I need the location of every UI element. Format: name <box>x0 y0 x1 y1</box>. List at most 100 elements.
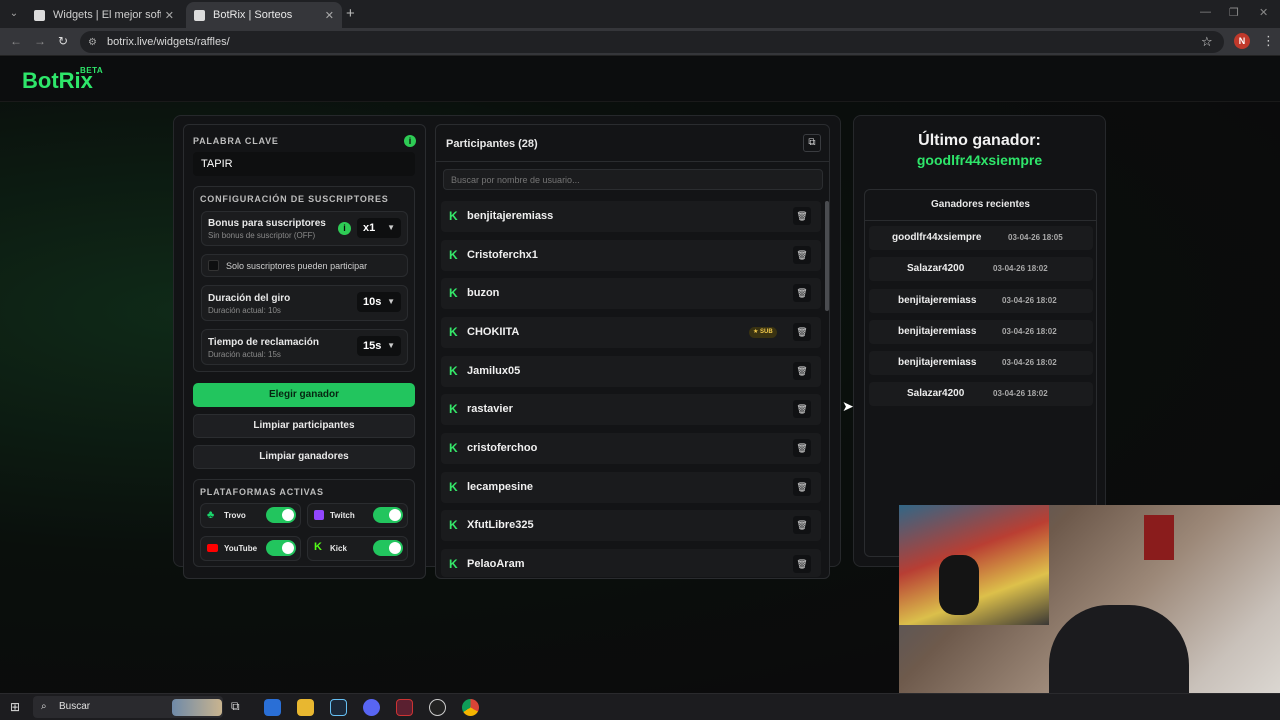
site-info-icon[interactable]: ⚙ <box>88 37 97 48</box>
participant-row: K PelaoAram 🗑 <box>441 549 821 577</box>
bookmark-star-icon[interactable]: ☆ <box>1201 34 1213 50</box>
keyword-input[interactable]: TAPIR <box>193 152 415 176</box>
winner-time: 03-04-26 18:02 <box>993 389 1048 398</box>
browser-menu-icon[interactable]: ⋮ <box>1262 33 1275 49</box>
kick-icon: K <box>449 402 458 416</box>
copy-icon[interactable]: ⧉ <box>803 134 821 152</box>
participant-name: benjitajeremiass <box>467 210 554 222</box>
youtube-toggle[interactable] <box>266 540 296 556</box>
trash-icon[interactable]: 🗑 <box>793 400 811 418</box>
sub-badge: ★ SUB <box>749 327 777 338</box>
pick-winner-button[interactable]: Elegir ganador <box>193 383 415 407</box>
last-winner-label: Último ganador: <box>918 132 1041 149</box>
platform-name: YouTube <box>224 544 258 553</box>
winner-row: benjitajeremiass 03-04-26 18:02 <box>869 320 1093 344</box>
trash-icon[interactable]: 🗑 <box>793 284 811 302</box>
platform-name: Twitch <box>330 511 355 520</box>
participant-name: XfutLibre325 <box>467 519 534 531</box>
info-icon[interactable]: i <box>404 135 416 147</box>
windows-taskbar: ⊞ ⌕ Buscar ⧉ <box>0 693 1280 720</box>
kick-toggle[interactable] <box>373 540 403 556</box>
close-tab-icon[interactable]: ✕ <box>165 9 174 22</box>
profile-avatar[interactable]: N <box>1234 33 1250 49</box>
browser-tab-raffles[interactable]: BotRix | Sorteos ✕ <box>186 2 342 28</box>
participant-row: K XfutLibre325 🗑 <box>441 510 821 541</box>
file-explorer-icon[interactable] <box>297 699 314 716</box>
botrix-favicon-icon <box>194 9 205 21</box>
winner-row: Salazar4200 03-04-26 18:02 <box>869 382 1093 406</box>
twitch-toggle[interactable] <box>373 507 403 523</box>
beta-badge: BETA <box>80 66 104 75</box>
minimize-icon[interactable]: — <box>1200 6 1211 18</box>
kick-icon: K <box>314 541 322 553</box>
trovo-toggle[interactable] <box>266 507 296 523</box>
app-icon[interactable] <box>396 699 413 716</box>
obs-icon[interactable] <box>429 699 446 716</box>
reload-icon[interactable]: ↻ <box>58 34 68 48</box>
winner-row: Salazar4200 03-04-26 18:02 <box>869 257 1093 281</box>
winner-row: goodlfr44xsiempre 03-04-26 18:05 <box>869 226 1093 250</box>
close-tab-icon[interactable]: ✕ <box>325 9 334 22</box>
winner-name: goodlfr44xsiempre <box>892 232 982 243</box>
twitch-icon <box>314 510 324 520</box>
winner-row: benjitajeremiass 03-04-26 18:02 <box>869 351 1093 375</box>
platforms-label: PLATAFORMAS ACTIVAS <box>200 487 324 497</box>
spin-duration-title: Duración del giro <box>208 293 291 304</box>
new-tab-icon[interactable]: + <box>346 5 355 22</box>
participant-name: lecampesine <box>467 481 534 493</box>
restore-icon[interactable]: ❐ <box>1229 6 1239 19</box>
windows-start-icon[interactable]: ⊞ <box>10 700 24 714</box>
botrix-logo[interactable]: BotRix BETA <box>22 66 103 94</box>
search-highlight-image <box>172 699 222 716</box>
winner-name: Salazar4200 <box>907 263 965 274</box>
trash-icon[interactable]: 🗑 <box>793 362 811 380</box>
tab-search-chevron-icon[interactable]: ⌄ <box>6 6 22 22</box>
trash-icon[interactable]: 🗑 <box>793 516 811 534</box>
participants-scrollbar[interactable] <box>825 201 829 311</box>
divider <box>864 220 1097 221</box>
app-header: BotRix BETA <box>0 57 1280 102</box>
only-subs-checkbox[interactable] <box>208 260 219 271</box>
winner-name: benjitajeremiass <box>898 357 977 368</box>
winner-time: 03-04-26 18:02 <box>1002 327 1057 336</box>
spin-duration-select[interactable]: 10s ▼ <box>357 292 401 312</box>
chrome-icon[interactable] <box>462 699 479 716</box>
back-arrow-icon[interactable]: ← <box>10 34 22 48</box>
participants-title: Participantes (28) <box>446 138 538 150</box>
bonus-title: Bonus para suscriptores <box>208 218 326 229</box>
clear-winners-button[interactable]: Limpiar ganadores <box>193 445 415 469</box>
browser-tab-widgets[interactable]: Widgets | El mejor software para ✕ <box>26 2 182 28</box>
participant-row: K cristoferchoo 🗑 <box>441 433 821 464</box>
kick-icon: K <box>449 325 458 339</box>
webcam-overlay <box>899 505 1280 720</box>
trash-icon[interactable]: 🗑 <box>793 246 811 264</box>
trash-icon[interactable]: 🗑 <box>793 555 811 573</box>
info-icon[interactable]: i <box>338 222 351 235</box>
claim-time-select[interactable]: 15s ▼ <box>357 336 401 356</box>
recent-winners-title: Ganadores recientes <box>931 199 1030 210</box>
task-view-icon[interactable]: ⧉ <box>231 699 248 716</box>
bonus-multiplier-select[interactable]: x1 ▼ <box>357 218 401 238</box>
bonus-subtitle: Sin bonus de suscriptor (OFF) <box>208 231 316 240</box>
claim-time-title: Tiempo de reclamación <box>208 337 319 348</box>
last-winner-name: goodlfr44xsiempre <box>916 152 1043 168</box>
browser-tab-strip: ⌄ Widgets | El mejor software para ✕ Bot… <box>0 0 1280 28</box>
winner-name: benjitajeremiass <box>898 295 977 306</box>
store-icon[interactable] <box>264 699 281 716</box>
participant-search-input[interactable] <box>443 169 823 190</box>
trash-icon[interactable]: 🗑 <box>793 439 811 457</box>
participant-row: K Cristoferchx1 🗑 <box>441 240 821 271</box>
address-bar[interactable]: ⚙ botrix.live/widgets/raffles/ <box>80 31 1224 53</box>
tab-title: Widgets | El mejor software para <box>53 9 161 21</box>
discord-icon[interactable] <box>363 699 380 716</box>
divider <box>435 161 830 162</box>
trash-icon[interactable]: 🗑 <box>793 323 811 341</box>
trash-icon[interactable]: 🗑 <box>793 207 811 225</box>
steam-icon[interactable] <box>330 699 347 716</box>
clear-participants-button[interactable]: Limpiar participantes <box>193 414 415 438</box>
trash-icon[interactable]: 🗑 <box>793 478 811 496</box>
window-close-icon[interactable]: ✕ <box>1259 6 1268 19</box>
participant-row: K benjitajeremiass 🗑 <box>441 201 821 232</box>
kick-icon: K <box>449 480 458 494</box>
forward-arrow-icon[interactable]: → <box>34 34 46 48</box>
